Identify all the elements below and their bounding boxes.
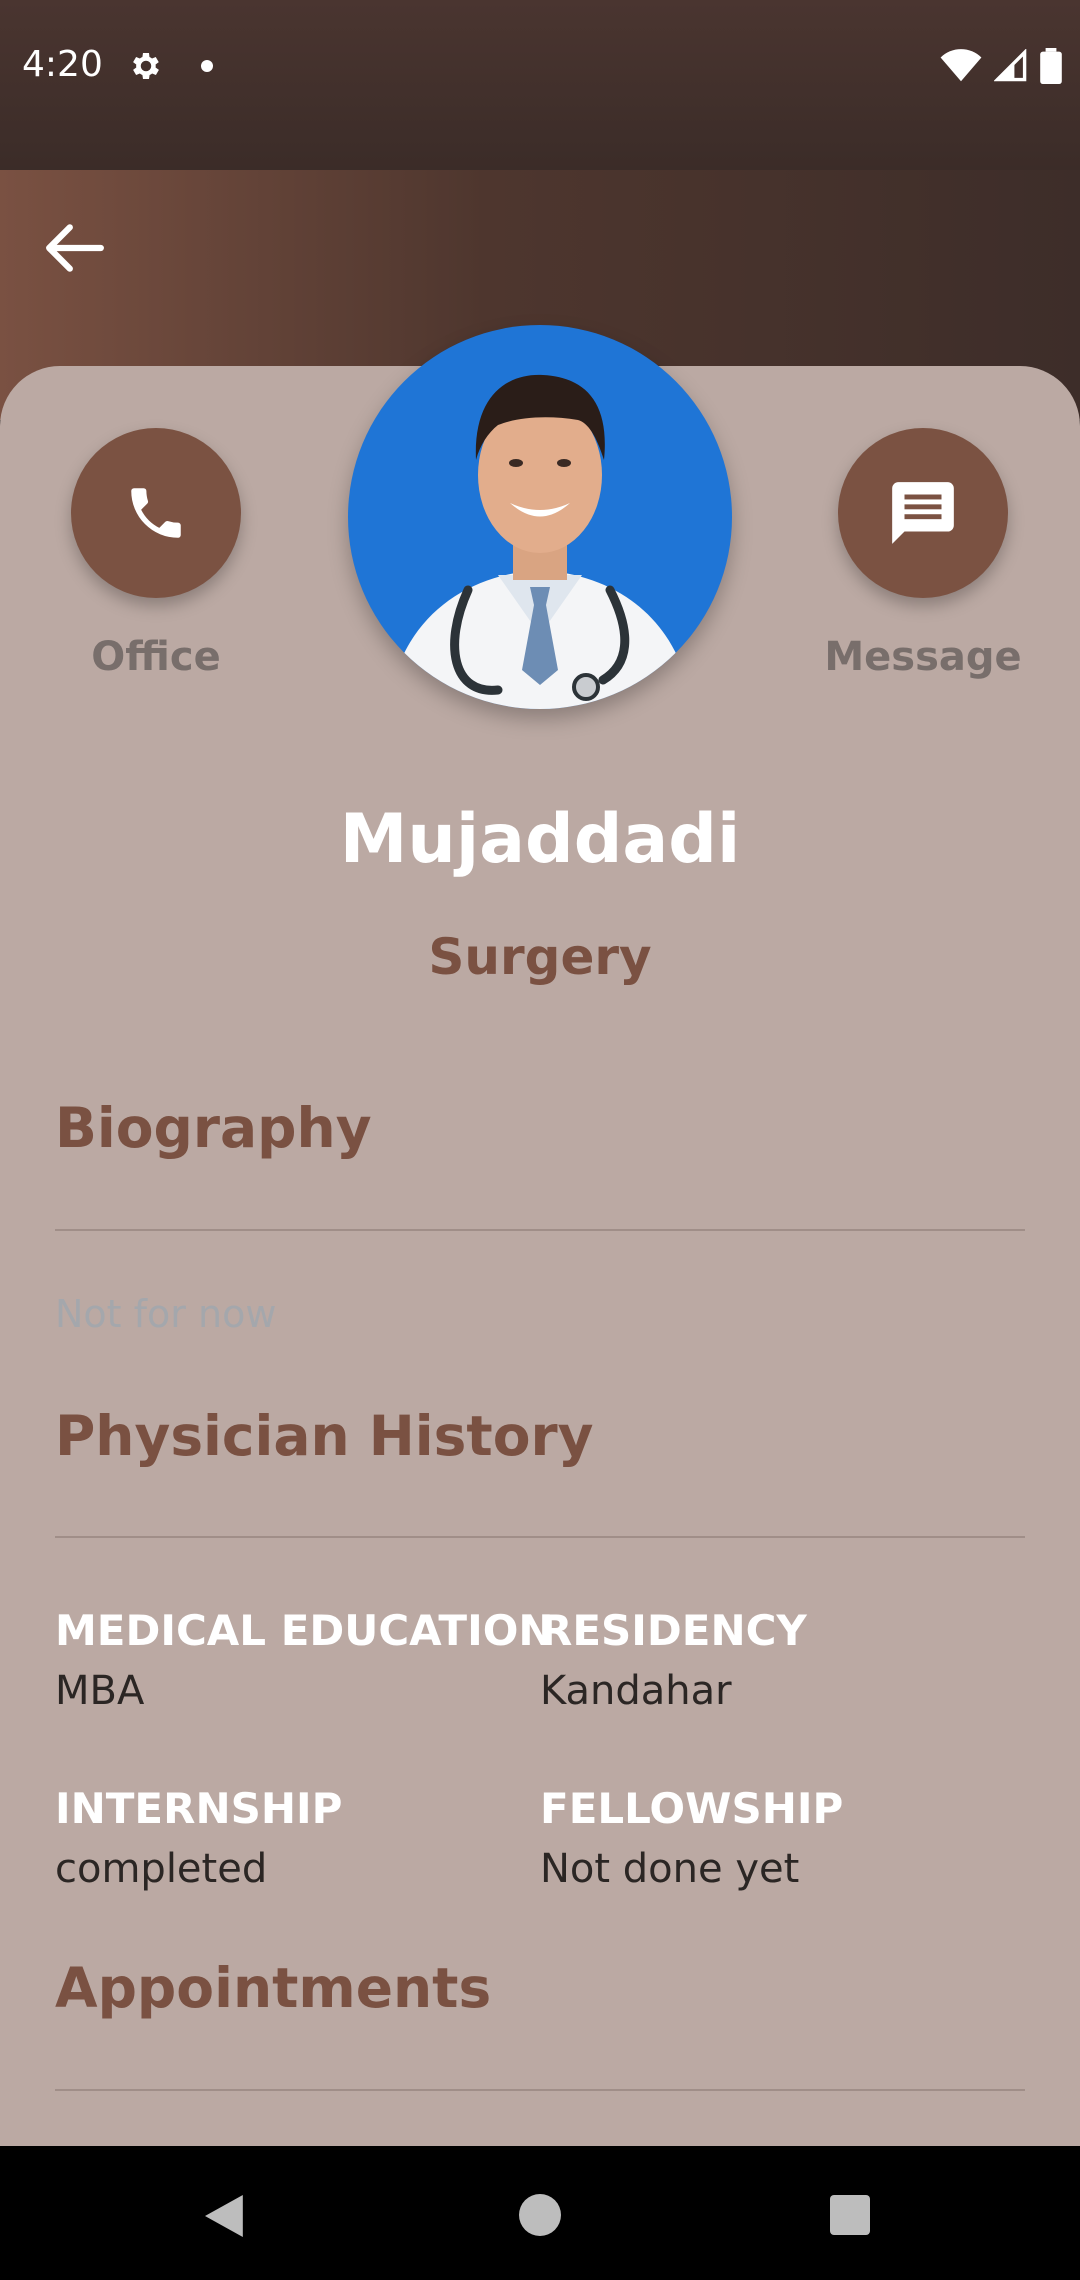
biography-title: Biography xyxy=(55,1096,372,1160)
medical-education-value: MBA xyxy=(55,1668,145,1714)
doctor-portrait-icon xyxy=(388,374,692,709)
battery-icon xyxy=(1040,48,1062,84)
medical-education-label: MEDICAL EDUCATION xyxy=(55,1606,554,1655)
phone-icon xyxy=(131,488,181,538)
status-time: 4:20 xyxy=(22,44,103,85)
back-arrow-icon[interactable] xyxy=(44,222,106,274)
doctor-name: Mujaddadi xyxy=(339,800,741,879)
internship-label: INTERNSHIP xyxy=(55,1784,343,1833)
biography-divider xyxy=(55,1229,1025,1231)
appointments-divider xyxy=(55,2089,1025,2091)
cell-signal-icon xyxy=(994,49,1027,82)
status-bar: 4:20 xyxy=(0,0,1080,170)
residency-value: Kandahar xyxy=(540,1668,732,1714)
doctor-avatar xyxy=(348,325,732,709)
doctor-profile-screen: 4:20 Office Message Mujaddadi Surgery Bi… xyxy=(0,0,1080,2280)
call-office-button[interactable] xyxy=(71,428,241,598)
fellowship-label: FELLOWSHIP xyxy=(540,1784,844,1833)
office-label: Office xyxy=(91,634,221,680)
biography-text: Not for now xyxy=(55,1292,277,1336)
physician-history-title: Physician History xyxy=(55,1404,594,1468)
nav-back-icon[interactable] xyxy=(205,2194,247,2238)
notification-dot-icon xyxy=(201,60,213,72)
settings-gear-icon xyxy=(133,52,159,80)
message-button[interactable] xyxy=(838,428,1008,598)
nav-recents-icon[interactable] xyxy=(830,2195,870,2235)
fellowship-value: Not done yet xyxy=(540,1846,800,1892)
history-divider xyxy=(55,1536,1025,1538)
message-label: Message xyxy=(824,634,1022,680)
internship-value: completed xyxy=(55,1846,268,1892)
appointments-title: Appointments xyxy=(55,1956,492,2020)
nav-home-icon[interactable] xyxy=(519,2194,561,2236)
wifi-icon xyxy=(940,49,982,82)
message-icon xyxy=(892,482,954,544)
doctor-specialty: Surgery xyxy=(428,928,652,986)
residency-label: RESIDENCY xyxy=(540,1606,807,1655)
status-icons xyxy=(940,46,1062,86)
